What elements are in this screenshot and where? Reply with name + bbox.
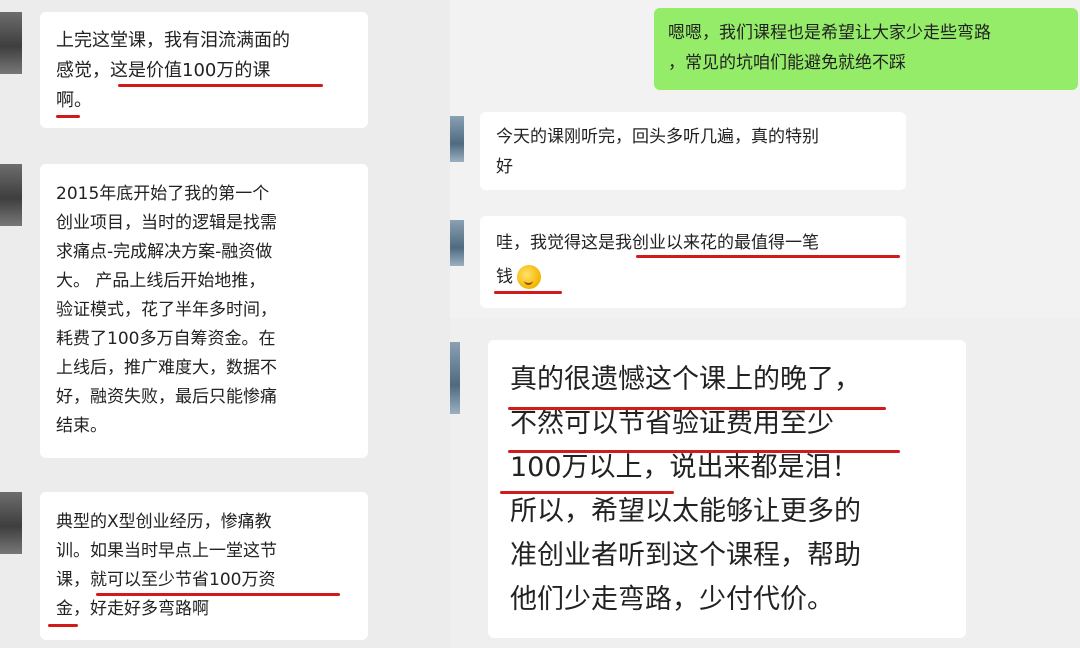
message-text: 典型的X型创业经历，惨痛教 训。如果当时早点上一堂这节 课，就可以至少节省100… — [56, 512, 277, 619]
message-text: 今天的课刚听完，回头多听几遍，真的特别 好 — [496, 127, 819, 177]
message-text-continued: 钱 — [496, 260, 890, 294]
underline-mark — [494, 291, 562, 294]
message-text: 嗯嗯，我们课程也是希望让大家少走些弯路 ，常见的坑咱们能避免就绝不踩 — [668, 23, 991, 73]
avatar[interactable] — [0, 164, 22, 226]
right-bottom-chat-panel: 真的很遗憾这个课上的晚了， 不然可以节省验证费用至少 100万以上，说出来都是泪… — [450, 318, 1080, 648]
chat-bubble: 真的很遗憾这个课上的晚了， 不然可以节省验证费用至少 100万以上，说出来都是泪… — [488, 340, 966, 638]
left-chat-panel: 上完这堂课，我有泪流满面的 感觉，这是价值100万的课 啊。 2015年底开始了… — [0, 0, 450, 648]
chat-bubble: 2015年底开始了我的第一个 创业项目，当时的逻辑是找需 求痛点-完成解决方案-… — [40, 164, 368, 458]
underline-mark — [118, 84, 323, 87]
underline-mark — [96, 593, 340, 596]
message-text: 2015年底开始了我的第一个 创业项目，当时的逻辑是找需 求痛点-完成解决方案-… — [56, 184, 277, 436]
avatar[interactable] — [450, 220, 464, 266]
avatar[interactable] — [450, 342, 460, 414]
right-top-chat-panel: 嗯嗯，我们课程也是希望让大家少走些弯路 ，常见的坑咱们能避免就绝不踩 今天的课刚… — [450, 0, 1080, 318]
message-text: 上完这堂课，我有泪流满面的 感觉，这是价值100万的课 啊。 — [56, 30, 290, 111]
avatar[interactable] — [0, 492, 22, 554]
underline-mark — [636, 255, 900, 258]
message-text-line: 钱 — [496, 267, 513, 287]
chat-bubble: 今天的课刚听完，回头多听几遍，真的特别 好 — [480, 112, 906, 190]
own-chat-bubble: 嗯嗯，我们课程也是希望让大家少走些弯路 ，常见的坑咱们能避免就绝不踩 — [654, 8, 1078, 90]
underline-mark — [500, 491, 674, 494]
message-text: 真的很遗憾这个课上的晚了， 不然可以节省验证费用至少 100万以上，说出来都是泪… — [510, 364, 861, 615]
underline-mark — [48, 624, 78, 627]
underline-mark — [56, 115, 80, 118]
underline-mark — [508, 407, 886, 410]
chat-bubble: 典型的X型创业经历，惨痛教 训。如果当时早点上一堂这节 课，就可以至少节省100… — [40, 492, 368, 640]
chat-bubble: 哇，我觉得这是我创业以来花的最值得一笔 钱 — [480, 216, 906, 308]
underline-mark — [508, 450, 900, 453]
avatar[interactable] — [0, 12, 22, 74]
face-with-hand-over-mouth-icon — [517, 265, 541, 289]
chat-bubble: 上完这堂课，我有泪流满面的 感觉，这是价值100万的课 啊。 — [40, 12, 368, 128]
avatar[interactable] — [450, 116, 464, 162]
